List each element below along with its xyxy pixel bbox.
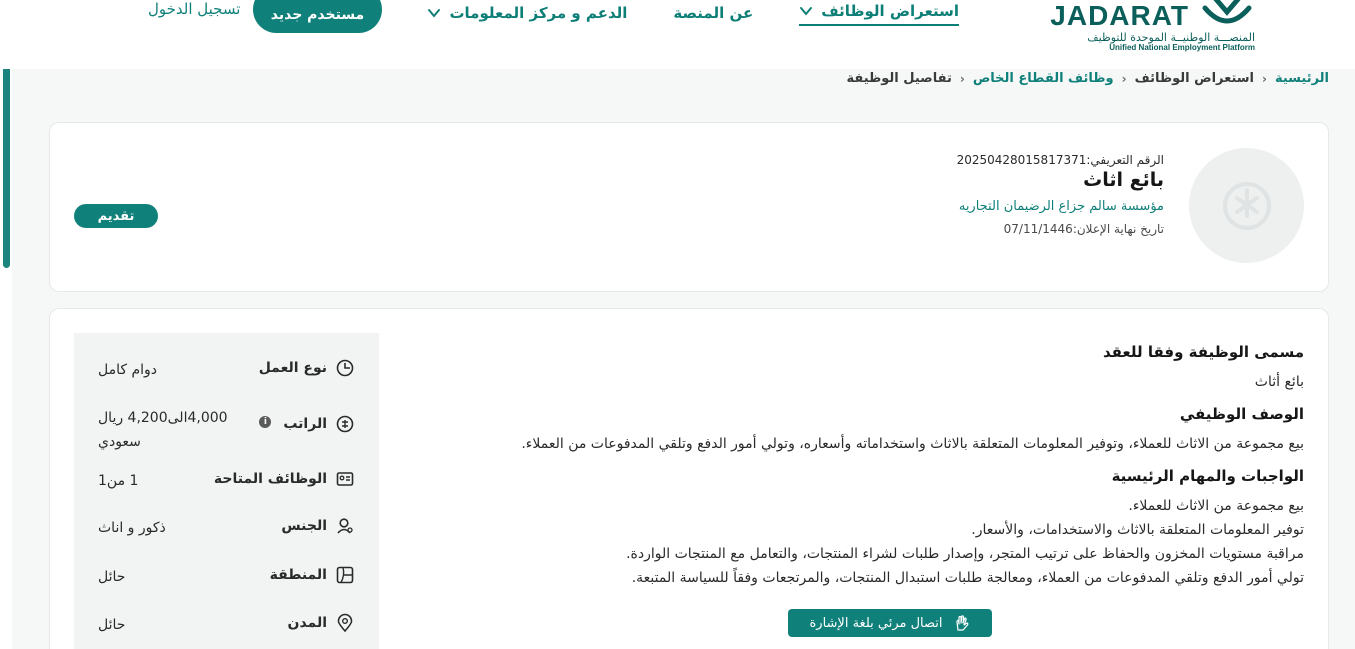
logo-english-caption: Unified National Employment Platform <box>1109 43 1255 52</box>
attr-salary: الراتب i 4,000الى4,200 ريال سعودي <box>74 406 379 454</box>
jadarat-logo[interactable]: JADARAT المنصـــة الوطنيــة الموحدة للتو… <box>1050 0 1255 56</box>
attr-gender: الجنس ذكور و اناث <box>74 516 379 556</box>
breadcrumb: الرئيسية › استعراض الوظائف › وظائف القطا… <box>846 71 1329 86</box>
nav-support-label: الدعم و مركز المعلومات <box>449 4 628 22</box>
region-map-icon <box>336 566 354 584</box>
location-pin-icon <box>337 613 353 633</box>
attr-work-type-label: نوع العمل <box>258 360 327 376</box>
job-summary-card: الرقم التعريفي:20250428015817371 بائع اث… <box>49 122 1329 292</box>
breadcrumb-home[interactable]: الرئيسية <box>1275 71 1329 86</box>
contract-title-heading: مسمى الوظيفة وفقا للعقد <box>1102 343 1304 361</box>
attr-cities-label: المدن <box>287 615 327 631</box>
salary-icon <box>336 415 354 433</box>
nav-browse-jobs-label: استعراض الوظائف <box>821 2 959 20</box>
job-id: الرقم التعريفي:20250428015817371 <box>956 153 1164 167</box>
duty-item: توفير المعلومات المتعلقة بالاثاث والاستخ… <box>971 522 1304 538</box>
chevron-down-icon <box>800 7 813 16</box>
attr-vacancies-label: الوظائف المتاحة <box>213 471 327 487</box>
attr-salary-label: الراتب <box>283 416 327 432</box>
job-attributes-panel: نوع العمل دوام كامل الراتب i 4,000الى4,2… <box>74 333 379 649</box>
attr-vacancies: الوظائف المتاحة 1 من1 <box>74 469 379 509</box>
job-info: الرقم التعريفي:20250428015817371 بائع اث… <box>957 153 1164 236</box>
description-text: بيع مجموعة من الاثاث للعملاء، وتوفير الم… <box>521 436 1304 452</box>
nav-support-center[interactable]: الدعم و مركز المعلومات <box>427 0 627 26</box>
vacancies-icon <box>336 472 354 486</box>
duty-item: بيع مجموعة من الاثاث للعملاء. <box>1128 498 1304 514</box>
duties-heading: الواجبات والمهام الرئيسية <box>1111 467 1304 485</box>
attr-region: المنطقة حائل <box>74 565 379 605</box>
gender-icon <box>337 518 353 534</box>
breadcrumb-current: تفاصيل الوظيفة <box>846 71 952 86</box>
job-description-content: مسمى الوظيفة وفقا للعقد بائع أثاث الوصف … <box>404 343 1304 590</box>
attr-work-type: نوع العمل دوام كامل <box>74 358 379 398</box>
job-title: بائع اثاث <box>1083 169 1164 191</box>
attr-gender-label: الجنس <box>281 518 327 534</box>
placeholder-emblem-icon <box>1222 181 1271 230</box>
breadcrumb-separator: › <box>1121 71 1127 86</box>
contract-title-text: بائع أثاث <box>1254 374 1304 390</box>
attr-vacancies-value: 1 من1 <box>98 473 139 489</box>
site-header: JADARAT المنصـــة الوطنيــة الموحدة للتو… <box>0 0 1355 69</box>
info-icon[interactable]: i <box>259 416 272 428</box>
job-details-card: نوع العمل دوام كامل الراتب i 4,000الى4,2… <box>49 308 1329 649</box>
attr-salary-value: 4,000الى4,200 ريال سعودي <box>98 410 228 450</box>
login-link[interactable]: تسجيل الدخول <box>148 0 240 18</box>
breadcrumb-private-sector[interactable]: وظائف القطاع الخاص <box>973 71 1114 86</box>
logo-word: JADARAT <box>1050 0 1189 31</box>
nav-about-label: عن المنصة <box>673 4 754 22</box>
nav-about-platform[interactable]: عن المنصة <box>673 0 753 26</box>
new-user-button[interactable]: مستخدم جديد <box>253 0 382 33</box>
clock-icon <box>336 359 354 377</box>
attr-region-value: حائل <box>98 569 126 585</box>
sign-language-call-button[interactable]: اتصال مرئي بلغة الإشارة <box>788 609 992 637</box>
attr-cities-value: حائل <box>98 617 126 633</box>
page-scrollbar[interactable] <box>3 40 10 268</box>
breadcrumb-browse-jobs: استعراض الوظائف <box>1134 71 1255 86</box>
attr-gender-value: ذكور و اناث <box>98 520 166 536</box>
duty-item: مراقبة مستويات المخزون والحفاظ على ترتيب… <box>626 546 1304 562</box>
duties-list: بيع مجموعة من الاثاث للعملاء. توفير المع… <box>404 494 1304 590</box>
company-name[interactable]: مؤسسة سالم جزاع الرضيمان التجاريه <box>957 199 1164 214</box>
main-nav: استعراض الوظائف عن المنصة الدعم و مركز ا… <box>427 0 959 30</box>
posting-deadline: تاريخ نهاية الإعلان:07/11/1446 <box>1003 222 1164 236</box>
breadcrumb-separator: › <box>959 71 965 86</box>
attr-region-label: المنطقة <box>269 567 327 583</box>
attr-cities: المدن حائل <box>74 613 379 649</box>
duty-item: تولي أمور الدفع وتلقي المدفوعات من العمل… <box>631 570 1304 586</box>
apply-button[interactable]: تقديم <box>74 204 158 228</box>
breadcrumb-separator: › <box>1262 71 1267 86</box>
attr-work-type-value: دوام كامل <box>98 362 158 378</box>
sign-language-label: اتصال مرئي بلغة الإشارة <box>809 615 943 631</box>
chevron-down-icon <box>428 9 441 18</box>
company-avatar <box>1189 148 1304 263</box>
palm-swords-emblem-icon <box>1202 0 1252 24</box>
nav-browse-jobs[interactable]: استعراض الوظائف <box>799 0 959 26</box>
description-heading: الوصف الوظيفي <box>1179 405 1304 423</box>
sign-language-hand-icon <box>955 615 969 631</box>
